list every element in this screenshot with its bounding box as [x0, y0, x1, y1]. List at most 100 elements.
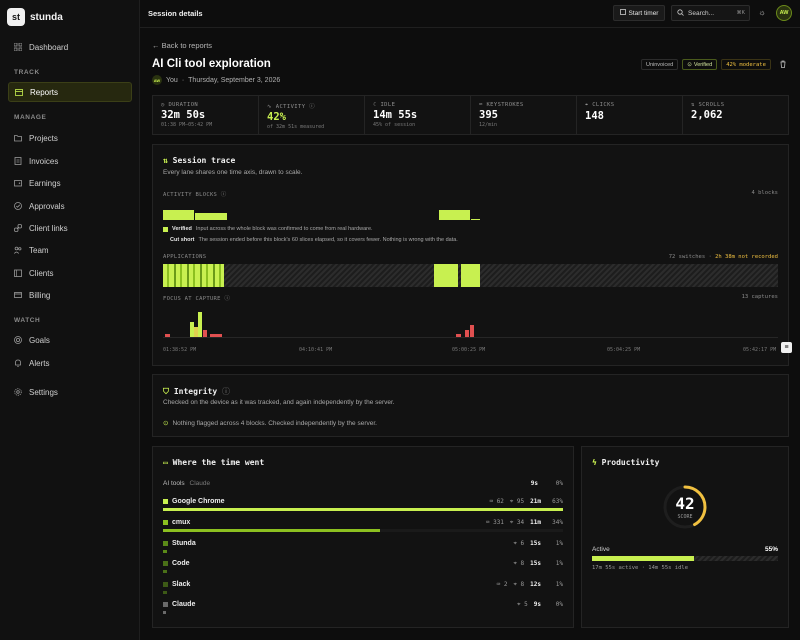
- focus-bar[interactable]: [203, 330, 207, 337]
- app-swatch: [163, 520, 168, 525]
- search-shortcut: ⌘K: [736, 10, 745, 16]
- sidebar-item-clients[interactable]: Clients: [8, 263, 132, 283]
- nav-section-manage: MANAGE: [14, 114, 47, 121]
- bell-icon: [14, 359, 22, 367]
- activity-block[interactable]: [439, 210, 470, 220]
- trash-icon[interactable]: [779, 60, 787, 70]
- time-tick: 01:38:52 PM: [163, 347, 197, 353]
- stat-label: ◷ DURATION: [161, 102, 199, 108]
- sidebar-item-label: Projects: [29, 133, 58, 143]
- app-name: Stunda: [163, 540, 196, 547]
- app-swatch: [163, 561, 168, 566]
- time-tick: 04:10:41 PM: [299, 347, 333, 353]
- legend-cut-short: Cut short The session ended before this b…: [170, 237, 458, 243]
- app-row[interactable]: cmux ⌨ 331 ⌖ 34 11m 34%: [163, 519, 563, 539]
- app-segment[interactable]: [434, 264, 458, 287]
- sidebar-item-dashboard[interactable]: Dashboard: [8, 37, 132, 57]
- check-circle-icon: [14, 202, 22, 210]
- sidebar-item-approvals[interactable]: Approvals: [8, 196, 132, 216]
- sidebar-item-label: Settings: [29, 387, 58, 397]
- verified-badge: ⊙ Verified: [682, 59, 718, 70]
- back-link[interactable]: ← Back to reports: [152, 41, 212, 50]
- app-stats: ⌖ 6 15s 1%: [513, 540, 563, 547]
- info-icon: ⓘ: [220, 192, 227, 198]
- focus-bar[interactable]: [470, 325, 474, 337]
- app-stats: ⌖ 5 9s 0%: [517, 601, 563, 608]
- app-row[interactable]: Stunda ⌖ 6 15s 1%: [163, 540, 563, 560]
- sidebar-item-label: Alerts: [29, 358, 50, 368]
- verified-label: Verified: [693, 61, 713, 68]
- side-handle-icon[interactable]: ≡: [781, 342, 792, 353]
- sun-icon[interactable]: ☼: [757, 8, 767, 18]
- time-tick: 05:42:17 PM: [743, 347, 777, 353]
- activity-block[interactable]: [471, 219, 480, 220]
- start-timer-button[interactable]: Start timer: [613, 5, 665, 21]
- sidebar-item-label: Approvals: [29, 201, 65, 211]
- sidebar-item-projects[interactable]: Projects: [8, 128, 132, 148]
- sidebar-item-label: Invoices: [29, 156, 59, 166]
- focus-bar[interactable]: [198, 312, 202, 337]
- sidebar-item-earnings[interactable]: Earnings: [8, 173, 132, 193]
- user-avatar: AW: [152, 75, 162, 85]
- search-placeholder: Search...: [688, 9, 715, 17]
- sidebar-item-client-links[interactable]: Client links: [8, 218, 132, 238]
- sidebar-item-team[interactable]: Team: [8, 240, 132, 260]
- wallet-icon: [14, 179, 22, 187]
- app-segment[interactable]: [461, 264, 480, 287]
- stat-idle: ☾ IDLE 14m 55s 45% of session: [365, 96, 471, 134]
- activity-block[interactable]: [163, 210, 194, 220]
- brand[interactable]: st stunda: [7, 8, 63, 26]
- app-row[interactable]: Google Chrome ⌨ 62 ⌖ 95 21m 63%: [163, 498, 563, 518]
- status-badges: Uninvoiced ⊙ Verified 42% moderate: [641, 59, 787, 70]
- sidebar-item-reports[interactable]: Reports: [8, 82, 132, 102]
- app-bar: [163, 591, 167, 594]
- stat-sub: 45% of session: [373, 122, 416, 128]
- info-icon: ⓘ: [224, 296, 231, 302]
- app-name: Claude: [163, 601, 195, 608]
- calendar-icon: [15, 88, 23, 96]
- pulse-icon: ∿: [267, 104, 276, 110]
- app-segment[interactable]: [163, 264, 224, 287]
- app-bar: [163, 570, 167, 573]
- app-swatch: [163, 541, 168, 546]
- sidebar-item-alerts[interactable]: Alerts: [8, 353, 132, 373]
- bolt-icon: ϟ: [592, 458, 602, 467]
- activity-blocks-count: 4 blocks: [751, 190, 779, 196]
- avatar[interactable]: AW: [776, 5, 792, 21]
- legend-verified: Verified Input across the whole block was…: [163, 226, 373, 232]
- app-name: Code: [163, 560, 190, 567]
- sidebar-item-settings[interactable]: Settings: [8, 382, 132, 402]
- stat-value: 148: [585, 110, 604, 122]
- app-group-row[interactable]: AI tools Claude 9s 0%: [163, 480, 563, 490]
- app-bar: [163, 611, 166, 614]
- uninvoiced-badge: Uninvoiced: [641, 59, 679, 70]
- app-stats: ⌨ 2 ⌖ 8 12s 1%: [496, 581, 563, 588]
- card-icon: [14, 291, 22, 299]
- sidebar-item-goals[interactable]: Goals: [8, 330, 132, 350]
- search-input[interactable]: Search... ⌘K: [671, 5, 750, 21]
- score-value: 42: [675, 494, 695, 513]
- sidebar-item-label: Clients: [29, 268, 54, 278]
- app-name: cmux: [163, 519, 190, 526]
- stat-sub: 12/min: [479, 122, 498, 128]
- focus-bar[interactable]: [465, 330, 469, 337]
- activity-block[interactable]: [195, 213, 227, 220]
- sidebar-item-invoices[interactable]: Invoices: [8, 151, 132, 171]
- sidebar-item-billing[interactable]: Billing: [8, 285, 132, 305]
- app-row[interactable]: Slack ⌨ 2 ⌖ 8 12s 1%: [163, 581, 563, 601]
- active-pct: 55%: [764, 546, 778, 553]
- stat-value: 14m 55s: [373, 109, 418, 121]
- app-row[interactable]: Claude ⌖ 5 9s 0%: [163, 601, 563, 621]
- trace-icon: ⇅: [163, 156, 173, 165]
- stat-label: ∿ ACTIVITY ⓘ: [267, 104, 316, 110]
- integrity-status: ⊙ Nothing flagged across 4 blocks. Checke…: [163, 419, 377, 428]
- stat-label: ⌖ CLICKS: [585, 102, 615, 108]
- integrity-subtitle: Checked on the device as it was tracked,…: [163, 399, 395, 406]
- page-title: AI Cli tool exploration: [152, 58, 271, 70]
- link-icon: [14, 224, 22, 232]
- app-row[interactable]: Code ⌖ 8 15s 1%: [163, 560, 563, 580]
- stat-value: 42%: [267, 111, 286, 123]
- stat-sub: of 32m 51s measured: [267, 124, 325, 130]
- app-stats: ⌨ 331 ⌖ 34 11m 34%: [485, 519, 563, 526]
- focus-baseline: [163, 337, 778, 338]
